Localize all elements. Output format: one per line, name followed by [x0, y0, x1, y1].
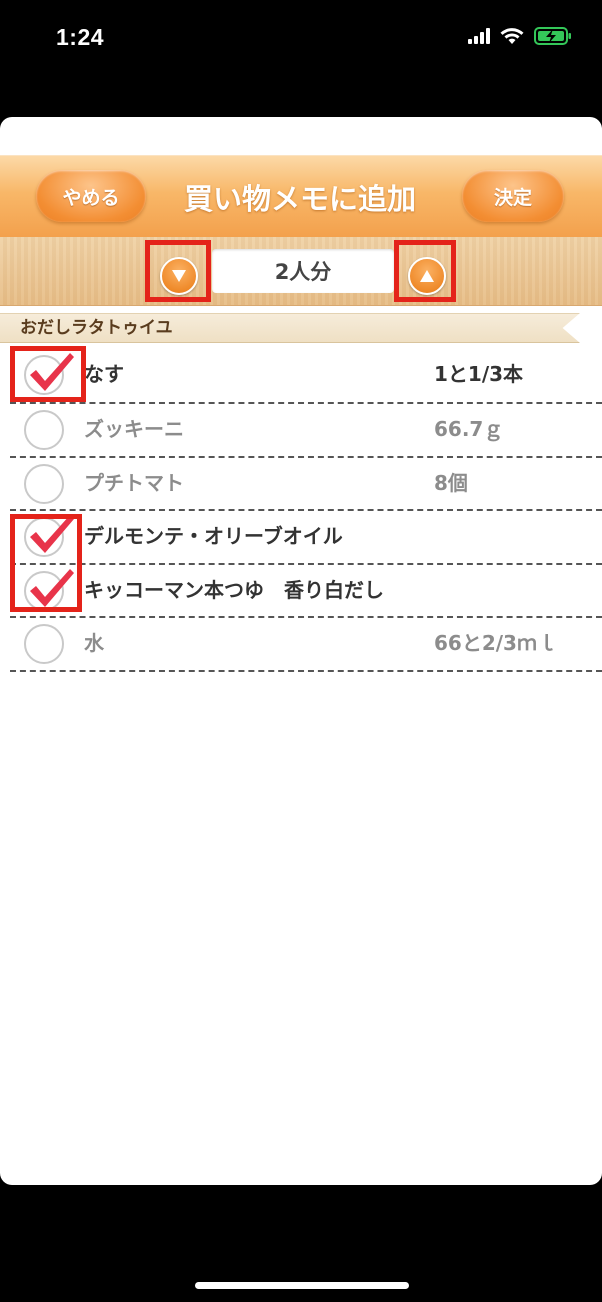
- ingredient-quantity: 8個: [434, 470, 468, 495]
- confirm-button[interactable]: 決定: [462, 170, 564, 222]
- ingredient-quantity: 66.7ｇ: [434, 417, 504, 441]
- cancel-button[interactable]: やめる: [36, 170, 146, 222]
- triangle-up-icon: [420, 270, 434, 282]
- increase-servings-button[interactable]: [408, 257, 446, 295]
- ingredient-row[interactable]: 水 66と2/3ｍｌ: [10, 618, 602, 672]
- header-bar: やめる 買い物メモに追加 決定: [0, 155, 602, 238]
- ingredient-checkbox[interactable]: [24, 515, 74, 559]
- check-mark-icon: [30, 353, 74, 391]
- ingredient-name: デルモンテ・オリーブオイル: [84, 524, 343, 548]
- signal-icon: [468, 28, 490, 44]
- ingredient-quantity: 1と1/3本: [434, 362, 524, 386]
- ingredient-name: 水: [84, 631, 104, 655]
- ingredient-name: キッコーマン本つゆ 香り白だし: [84, 577, 384, 602]
- ingredient-checkbox[interactable]: [24, 353, 74, 397]
- checkbox-circle: [24, 624, 64, 664]
- status-time: 1:24: [56, 24, 105, 50]
- ingredient-name: ズッキーニ: [84, 417, 184, 441]
- servings-bar: 2人分: [0, 237, 602, 306]
- status-bar: 1:24: [0, 0, 602, 80]
- ingredient-row[interactable]: なす 1と1/3本: [10, 349, 602, 404]
- page-title: 買い物メモに追加: [183, 182, 416, 216]
- ingredient-checkbox[interactable]: [24, 463, 66, 506]
- ingredient-list: なす 1と1/3本 ズッキーニ 66.7ｇ プチトマト 8個 デルモンテ・オリー…: [10, 349, 602, 672]
- check-mark-icon: [30, 515, 74, 553]
- status-icons: [468, 27, 572, 45]
- check-mark-icon: [30, 568, 74, 607]
- ingredient-quantity: 66と2/3ｍｌ: [434, 631, 557, 655]
- home-indicator: [195, 1282, 409, 1289]
- triangle-down-icon: [172, 270, 186, 282]
- ingredient-name: なす: [84, 362, 124, 386]
- servings-value: 2人分: [212, 249, 394, 293]
- ingredient-checkbox[interactable]: [24, 568, 74, 613]
- ingredient-row[interactable]: プチトマト 8個: [10, 458, 602, 511]
- checkbox-circle: [24, 463, 64, 504]
- wifi-icon: [500, 28, 524, 44]
- add-to-shopping-memo-sheet: やめる 買い物メモに追加 決定 2人分 おだしラタトゥイユ なす 1と1/3本 …: [0, 117, 602, 1185]
- ingredient-row[interactable]: デルモンテ・オリーブオイル: [10, 511, 602, 565]
- ingredient-row[interactable]: ズッキーニ 66.7ｇ: [10, 404, 602, 458]
- ingredient-checkbox[interactable]: [24, 624, 66, 666]
- ingredient-row[interactable]: キッコーマン本つゆ 香り白だし: [10, 565, 602, 618]
- recipe-name: おだしラタトゥイユ: [20, 318, 173, 338]
- recipe-section-header: おだしラタトゥイユ: [0, 313, 580, 343]
- ingredient-checkbox[interactable]: [24, 410, 66, 452]
- decrease-servings-button[interactable]: [160, 257, 198, 295]
- ingredient-name: プチトマト: [84, 470, 184, 495]
- battery-charging-icon: [534, 27, 571, 45]
- checkbox-circle: [24, 410, 64, 450]
